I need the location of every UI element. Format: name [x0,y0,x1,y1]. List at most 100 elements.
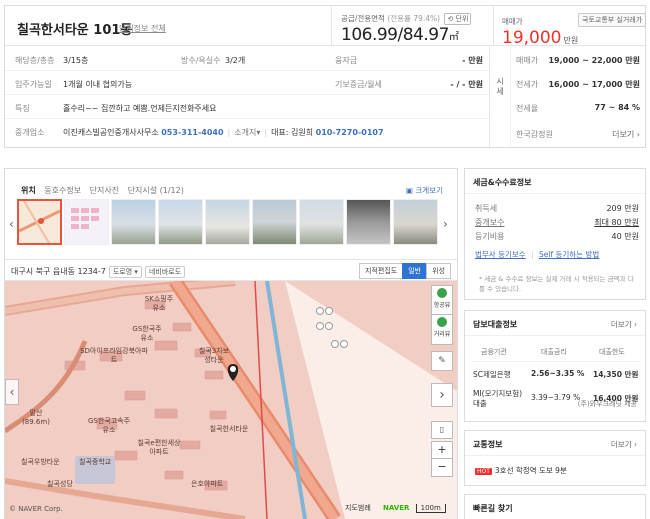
thumbnail-photo[interactable] [299,199,344,245]
next-arrow-button[interactable]: › [431,383,453,407]
map-poi-label[interactable]: 말산 (89.6m) [21,409,51,427]
map-legend-link[interactable]: 지도범례 [345,504,371,512]
thumbnail-photo[interactable] [158,199,203,245]
trade-type: 매매가 [502,17,523,26]
tax-disclaimer: * 세금 & 수수료 정보는 실제 거래 시 적용되는 금액과 다를 수 있습니… [479,275,634,293]
feature-label: 특징 [15,104,30,113]
zoom-in-button[interactable]: + [431,441,453,459]
loan-info-card: 담보대출정보 더보기 › 금융기관 대출금리 대출한도 SC제일은행 2.56~… [464,310,646,422]
chevron-left-icon: ‹ [9,385,15,399]
map-type-cadastral[interactable]: 지적편집도 [359,263,404,279]
chevron-left-icon[interactable]: ‹ [9,217,14,231]
map-footer: © NAVER Corp. [9,505,63,513]
thumbnail-map[interactable] [17,199,62,245]
map-poi-label[interactable]: SK쇼핑주유소 [143,295,175,313]
thumbnail-photo[interactable] [205,199,250,245]
address-row: 대구시 북구 읍내동 1234-7 도로명 ▾ 네비바로도 [11,266,186,278]
big-view-button[interactable]: ▣ 크게보기 [406,185,443,196]
naver-logo: NAVER [383,504,410,512]
area-ratio: (전용률 79.4%) [387,14,441,23]
map-footer-right: 지도범례 NAVER 100m [345,503,446,513]
tax-row: 취득세 209 만원 [475,203,639,217]
thumbnail-floorplan[interactable] [64,199,109,245]
gov-real-price-button[interactable]: 국토교통부 실거래가 [578,13,647,27]
legal-fee-link[interactable]: 법무사 등기보수 [475,250,526,259]
map-poi-label[interactable]: 칠곡우방타운 [21,457,71,467]
map-toolbar: 대구시 북구 읍내동 1234-7 도로명 ▾ 네비바로도 지적편집도 일반 위성 [5,259,457,281]
map-scale: 100m [415,504,446,513]
map-poi-label[interactable]: GS한국고속주유소 [87,417,131,435]
traffic-more-link[interactable]: 더보기 › [611,439,637,450]
ruler-icon: ✎ [438,356,446,366]
zoom-out-button[interactable]: − [431,459,453,477]
tax-card-title: 세금&수수료정보 [473,178,532,187]
loan-more-link[interactable]: 더보기 › [611,319,637,330]
thumbnail-photo[interactable] [346,199,391,245]
aerial-view-button[interactable]: 항공뷰 [431,285,453,315]
divider [510,47,511,149]
map-type-normal[interactable]: 일반 [402,263,428,279]
divider [331,6,332,46]
map-poi-label[interactable]: 칠곡중학교 [79,457,129,467]
map-poi-label[interactable]: 칠곡한서타운 [203,425,255,434]
thumbnail-photo[interactable] [252,199,297,245]
loan-rate: 3.39~3.79 % [531,393,581,402]
detail-row: 입주가능일 1개월 이내 협의가능 기보증금/월세 - / - 만원 [5,71,489,95]
agent-phone[interactable]: 053-311-4040 [161,128,223,137]
loan-label: 융자금 [335,56,358,65]
tab-location[interactable]: 위치 [21,186,36,195]
street-view-button[interactable]: 거리뷰 [431,315,453,345]
map-type-satellite[interactable]: 위성 [426,263,451,279]
agent-name[interactable]: 이진캐스빌공인중개사사무소 [63,128,159,137]
minus-icon: − [437,460,447,473]
map-labels: SK쇼핑주유소 GS한국주유소 SD아이프라임강북아파트 칠곡3차보성타운 칠곡… [5,281,457,519]
chevron-right-icon[interactable]: › [443,217,448,231]
map-address: 대구시 북구 읍내동 1234-7 [11,267,106,276]
map-poi-label[interactable]: 칠곡e편한세상아파트 [137,439,181,457]
map-poi-label[interactable]: 은호아파트 [191,479,241,489]
loan-rate: 2.56~3.35 % [531,369,585,378]
road-name-dropdown[interactable]: 도로명 ▾ [108,266,142,278]
media-tabs: 위치 동호수정보 단지사진 단지시설 (1/12) [21,185,190,196]
divider [493,6,494,46]
agent-label: 중개업소 [15,128,45,137]
thumbnail-photo[interactable] [111,199,156,245]
market-jeonse-value: 16,000 ~ 17,000 만원 [548,80,640,89]
unit-toggle-button[interactable]: ⟲ 단위 [444,13,472,25]
market-row: 매매가 19,000 ~ 22,000 만원 [514,47,644,71]
map-view[interactable]: SK쇼핑주유소 GS한국주유소 SD아이프라임강북아파트 칠곡3차보성타운 칠곡… [5,281,457,519]
navi-button[interactable]: 네비바로도 [144,266,186,278]
traffic-more-label: 더보기 [610,440,632,449]
loan-header-limit: 대출한도 [599,348,625,356]
market-sale-label: 매매가 [516,56,539,65]
map-poi-label[interactable]: 칠곡3차보성타운 [197,347,231,365]
tab-complex-facilities[interactable]: 단지시설 (1/12) [128,186,184,195]
divider [473,361,639,362]
tab-complex-photos[interactable]: 단지사진 [90,186,119,195]
loan-limit: 14,350 만원 [593,370,639,379]
lock-zoom-button[interactable]: ▯ [431,421,453,439]
ruler-button[interactable]: ✎ [431,351,453,371]
representative-phone[interactable]: 010-7270-0107 [316,128,384,137]
complex-info-link[interactable]: 단지정보 전체 [119,23,166,34]
loan-more-label: 더보기 [610,320,632,329]
listing-summary-card: 칠곡한서타운 101동 단지정보 전체 공급/전용면적 (전용률 79.4%) … [4,5,647,149]
chevron-right-icon: › [636,130,640,139]
brokerage-fee-value[interactable]: 최대 80 만원 [594,217,639,228]
road-name-label: 도로명 [112,268,133,276]
listing-header: 칠곡한서타운 101동 단지정보 전체 공급/전용면적 (전용률 79.4%) … [5,6,647,48]
prev-arrow-button[interactable]: ‹ [5,379,19,405]
map-poi-label[interactable]: 칠곡성당 [47,479,97,489]
brokerage-fee-link[interactable]: 중개보수 [475,217,504,228]
loan-value: - 만원 [462,56,483,65]
map-poi-label[interactable]: SD아이프라임강북아파트 [79,347,149,365]
unit-button-label: 단위 [455,15,469,23]
map-poi-label[interactable]: GS한국주유소 [131,325,163,343]
self-registration-link[interactable]: Self 등기하는 방법 [539,250,599,259]
tab-unit-info[interactable]: 동호수정보 [44,186,81,195]
agent-intro-dropdown[interactable]: 소개지 [234,128,256,137]
aerial-view-icon [437,288,447,298]
market-row: 전세가 16,000 ~ 17,000 만원 [514,71,644,95]
kab-more-link[interactable]: 더보기 › [612,129,640,140]
thumbnail-photo[interactable] [393,199,438,245]
